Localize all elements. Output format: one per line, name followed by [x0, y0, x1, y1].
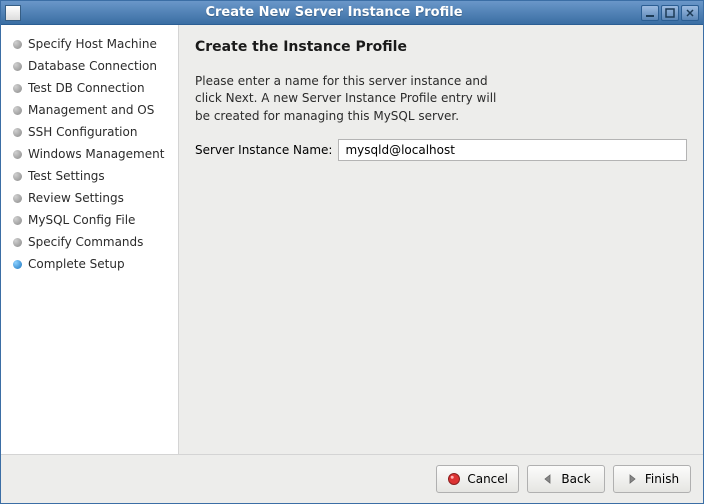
step-bullet-icon: [13, 40, 22, 49]
wizard-step[interactable]: Windows Management: [11, 143, 174, 165]
cancel-label: Cancel: [467, 472, 508, 486]
page-heading: Create the Instance Profile: [195, 39, 687, 55]
back-button[interactable]: Back: [527, 465, 605, 493]
step-bullet-icon: [13, 150, 22, 159]
step-bullet-icon: [13, 216, 22, 225]
wizard-step-label: Database Connection: [28, 59, 157, 73]
instructions-text: Please enter a name for this server inst…: [195, 73, 515, 125]
step-bullet-icon: [13, 172, 22, 181]
arrow-right-icon: [625, 472, 639, 486]
instance-name-row: Server Instance Name:: [195, 139, 687, 161]
step-bullet-icon: [13, 128, 22, 137]
wizard-step-label: Specify Commands: [28, 235, 143, 249]
wizard-step[interactable]: Review Settings: [11, 187, 174, 209]
wizard-step[interactable]: Specify Commands: [11, 231, 174, 253]
wizard-step-label: Windows Management: [28, 147, 164, 161]
maximize-icon: [665, 8, 675, 18]
step-bullet-active-icon: [13, 260, 22, 269]
titlebar[interactable]: Create New Server Instance Profile: [1, 1, 703, 25]
instance-name-input[interactable]: [338, 139, 687, 161]
wizard-step[interactable]: Specify Host Machine: [11, 33, 174, 55]
step-bullet-icon: [13, 106, 22, 115]
wizard-step-label: Complete Setup: [28, 257, 125, 271]
back-label: Back: [561, 472, 590, 486]
wizard-step[interactable]: Management and OS: [11, 99, 174, 121]
cancel-icon: [447, 472, 461, 486]
wizard-step[interactable]: SSH Configuration: [11, 121, 174, 143]
maximize-button[interactable]: [661, 5, 679, 21]
wizard-step[interactable]: MySQL Config File: [11, 209, 174, 231]
wizard-step[interactable]: Database Connection: [11, 55, 174, 77]
wizard-step[interactable]: Test Settings: [11, 165, 174, 187]
window-controls: [641, 5, 699, 21]
step-bullet-icon: [13, 194, 22, 203]
step-bullet-icon: [13, 62, 22, 71]
wizard-step-label: Management and OS: [28, 103, 154, 117]
close-button[interactable]: [681, 5, 699, 21]
wizard-step[interactable]: Test DB Connection: [11, 77, 174, 99]
step-bullet-icon: [13, 238, 22, 247]
instance-name-label: Server Instance Name:: [195, 143, 332, 157]
window-app-icon: [5, 5, 21, 21]
arrow-left-icon: [541, 472, 555, 486]
finish-label: Finish: [645, 472, 679, 486]
wizard-step[interactable]: Complete Setup: [11, 253, 174, 275]
minimize-button[interactable]: [641, 5, 659, 21]
finish-button[interactable]: Finish: [613, 465, 691, 493]
wizard-step-label: Test Settings: [28, 169, 105, 183]
dialog-footer: Cancel Back Finish: [1, 454, 703, 503]
wizard-step-label: SSH Configuration: [28, 125, 137, 139]
cancel-button[interactable]: Cancel: [436, 465, 519, 493]
dialog-body: Specify Host Machine Database Connection T…: [1, 25, 703, 454]
wizard-step-label: Specify Host Machine: [28, 37, 157, 51]
wizard-step-label: Test DB Connection: [28, 81, 145, 95]
minimize-icon: [645, 8, 655, 18]
wizard-step-label: MySQL Config File: [28, 213, 135, 227]
wizard-step-label: Review Settings: [28, 191, 124, 205]
dialog-window: Create New Server Instance Profile Speci…: [0, 0, 704, 504]
step-bullet-icon: [13, 84, 22, 93]
wizard-steps-sidebar: Specify Host Machine Database Connection T…: [1, 25, 179, 454]
main-content: Create the Instance Profile Please enter…: [179, 25, 703, 454]
close-icon: [685, 8, 695, 18]
window-title: Create New Server Instance Profile: [27, 5, 641, 20]
